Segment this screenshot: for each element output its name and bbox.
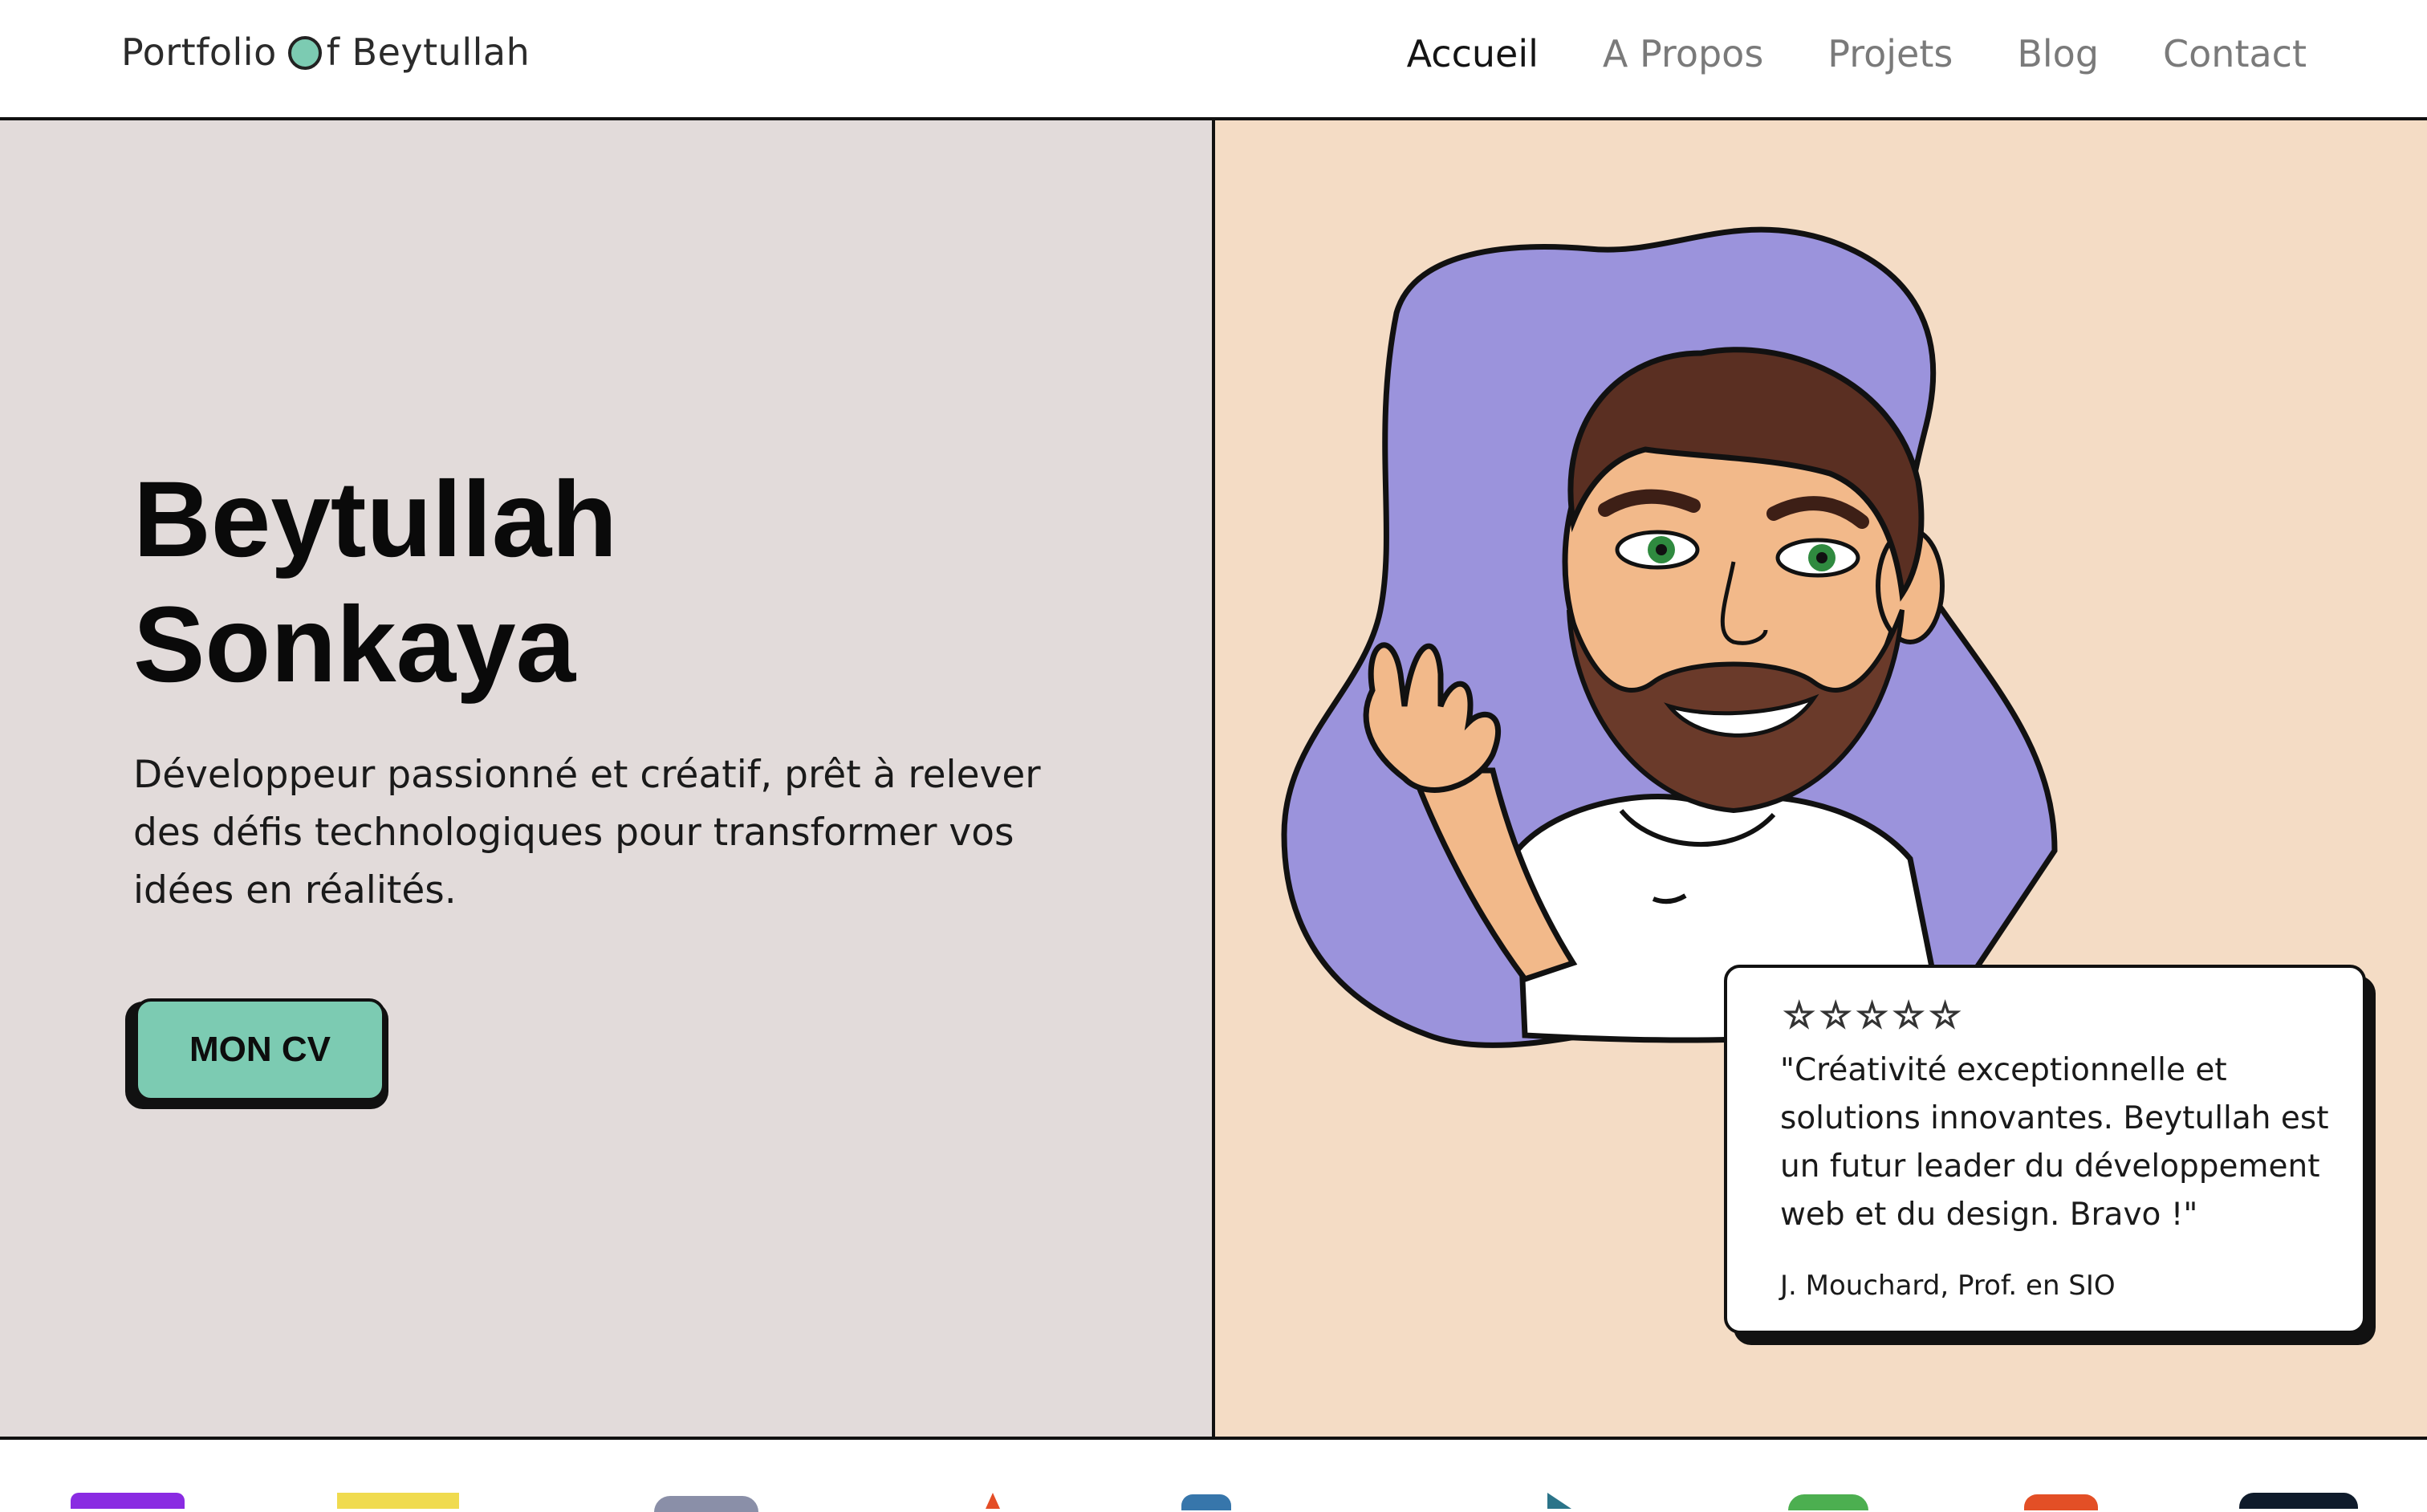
hero-last-name: Sonkaya (133, 585, 576, 705)
yellow-tech-icon (337, 1493, 459, 1509)
testimonial-card: ☆ ☆ ☆ ☆ ☆ "Créativité exceptionnelle et … (1724, 965, 2366, 1334)
logo-circle-icon (287, 36, 322, 70)
nav-link-blog[interactable]: Blog (2017, 32, 2099, 75)
logo-text-prefix: Portfolio (121, 30, 277, 74)
orange-tech-icon (2024, 1494, 2098, 1510)
nav-link-a-propos[interactable]: A Propos (1603, 32, 1763, 75)
red-tech-icon (986, 1493, 1000, 1509)
hero-first-name: Beytullah (133, 460, 618, 579)
tech-icons-strip (0, 1440, 2427, 1512)
teal-tech-icon (1547, 1493, 1571, 1509)
cv-button[interactable]: MON CV (135, 998, 385, 1101)
star-icon: ☆ (1856, 995, 1888, 1036)
logo-text-suffix: f Beytullah (326, 30, 531, 74)
nav-link-projets[interactable]: Projets (1827, 32, 1953, 75)
star-icon: ☆ (1929, 995, 1962, 1036)
star-icon: ☆ (1783, 995, 1815, 1036)
avatar-illustration (1281, 226, 2058, 1048)
green-tech-icon (1788, 1494, 1868, 1510)
purple-tech-icon (71, 1493, 185, 1509)
rating-stars: ☆ ☆ ☆ ☆ ☆ (1783, 995, 1962, 1036)
star-icon: ☆ (1819, 995, 1852, 1036)
site-logo[interactable]: Portfolio f Beytullah (121, 30, 530, 74)
nav-link-contact[interactable]: Contact (2163, 32, 2307, 75)
star-icon: ☆ (1892, 995, 1925, 1036)
testimonial-author: J. Mouchard, Prof. en SIO (1780, 1270, 2116, 1302)
testimonial-quote: "Créativité exceptionnelle et solutions … (1780, 1052, 2329, 1233)
nav-link-accueil[interactable]: Accueil (1407, 32, 1539, 75)
gray-tech-icon (654, 1496, 758, 1512)
dark-tech-icon (2239, 1493, 2358, 1509)
blue-tech-icon (1181, 1494, 1231, 1510)
hero-tagline: Développeur passionné et créatif, prêt à… (133, 753, 1041, 912)
hero-name: Beytullah Sonkaya (133, 457, 617, 708)
main-nav: Accueil A Propos Projets Blog Contact (1343, 32, 2307, 75)
site-header: Portfolio f Beytullah Accueil A Propos P… (0, 0, 2427, 120)
